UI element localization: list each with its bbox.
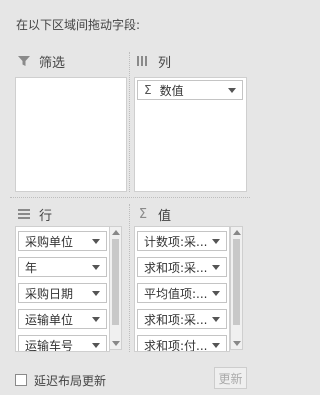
defer-layout-checkbox[interactable]	[15, 374, 27, 386]
divider-vertical-top	[129, 52, 130, 192]
values-header: Σ 值	[136, 205, 172, 224]
field-label: 计数项:采...	[144, 234, 208, 249]
field-label: 数值	[159, 83, 184, 98]
filters-title: 筛选	[39, 55, 66, 71]
scroll-down-icon[interactable]	[112, 341, 120, 346]
field-label: 平均值项:...	[144, 286, 208, 301]
instruction-text: 在以下区域间拖动字段:	[16, 18, 141, 32]
columns-title: 列	[158, 55, 172, 71]
row-field[interactable]: 年	[18, 257, 107, 277]
chevron-down-icon[interactable]	[92, 264, 100, 270]
field-label: 求和项:采...	[144, 260, 208, 275]
scrollbar-thumb[interactable]	[112, 239, 119, 325]
filter-icon	[17, 54, 31, 68]
scroll-up-icon[interactable]	[233, 230, 241, 235]
divider-horizontal	[10, 197, 250, 198]
field-label: 采购单位	[25, 234, 74, 249]
chevron-down-icon[interactable]	[92, 342, 100, 348]
columns-header: 列	[136, 52, 172, 71]
rows-icon	[17, 207, 31, 221]
field-label: 年	[25, 260, 38, 275]
row-field[interactable]: 运输车号	[18, 335, 107, 352]
filters-header: 筛选	[17, 52, 66, 71]
row-field[interactable]: 采购日期	[18, 283, 107, 303]
rows-drop-area[interactable]: 采购单位 年 采购日期 运输单位 运输车号	[15, 226, 110, 352]
rows-header: 行	[17, 205, 53, 224]
scroll-up-icon[interactable]	[112, 230, 120, 235]
filters-drop-area[interactable]	[15, 77, 127, 192]
field-label: 采购日期	[25, 286, 74, 301]
scrollbar-thumb[interactable]	[233, 239, 240, 325]
rows-title: 行	[39, 208, 53, 224]
defer-layout-label[interactable]: 延迟布局更新	[34, 372, 106, 389]
chevron-down-icon[interactable]	[92, 238, 100, 244]
rows-scrollbar[interactable]	[109, 226, 122, 350]
values-title: 值	[158, 208, 172, 224]
field-label: 运输单位	[25, 312, 74, 327]
value-field[interactable]: 求和项:付...	[137, 335, 227, 352]
field-label: 运输车号	[25, 338, 74, 352]
columns-icon	[136, 54, 150, 68]
column-field-values[interactable]: Σ 数值	[137, 80, 243, 100]
footer: 延迟布局更新 更新	[0, 360, 260, 395]
values-drop-area[interactable]: 计数项:采... 求和项:采... 平均值项:... 求和项:采... 求和项:…	[134, 226, 230, 352]
value-field[interactable]: 平均值项:...	[137, 283, 227, 303]
field-label: 求和项:采...	[144, 312, 208, 327]
values-scrollbar[interactable]	[230, 226, 243, 350]
field-label: 求和项:付...	[144, 338, 208, 352]
chevron-down-icon[interactable]	[212, 264, 220, 270]
sigma-icon: Σ	[138, 206, 148, 222]
value-field[interactable]: 求和项:采...	[137, 257, 227, 277]
row-field[interactable]: 采购单位	[18, 231, 107, 251]
chevron-down-icon[interactable]	[92, 316, 100, 322]
chevron-down-icon[interactable]	[212, 290, 220, 296]
value-field[interactable]: 求和项:采...	[137, 309, 227, 329]
chevron-down-icon[interactable]	[212, 342, 220, 348]
row-field[interactable]: 运输单位	[18, 309, 107, 329]
sigma-icon: Σ	[144, 83, 152, 97]
update-button[interactable]: 更新	[214, 367, 247, 389]
divider-vertical-bottom	[129, 204, 130, 352]
chevron-down-icon[interactable]	[228, 87, 236, 93]
chevron-down-icon[interactable]	[212, 238, 220, 244]
chevron-down-icon[interactable]	[212, 316, 220, 322]
value-field[interactable]: 计数项:采...	[137, 231, 227, 251]
columns-drop-area[interactable]: Σ 数值	[134, 77, 247, 192]
scroll-down-icon[interactable]	[233, 341, 241, 346]
chevron-down-icon[interactable]	[92, 290, 100, 296]
